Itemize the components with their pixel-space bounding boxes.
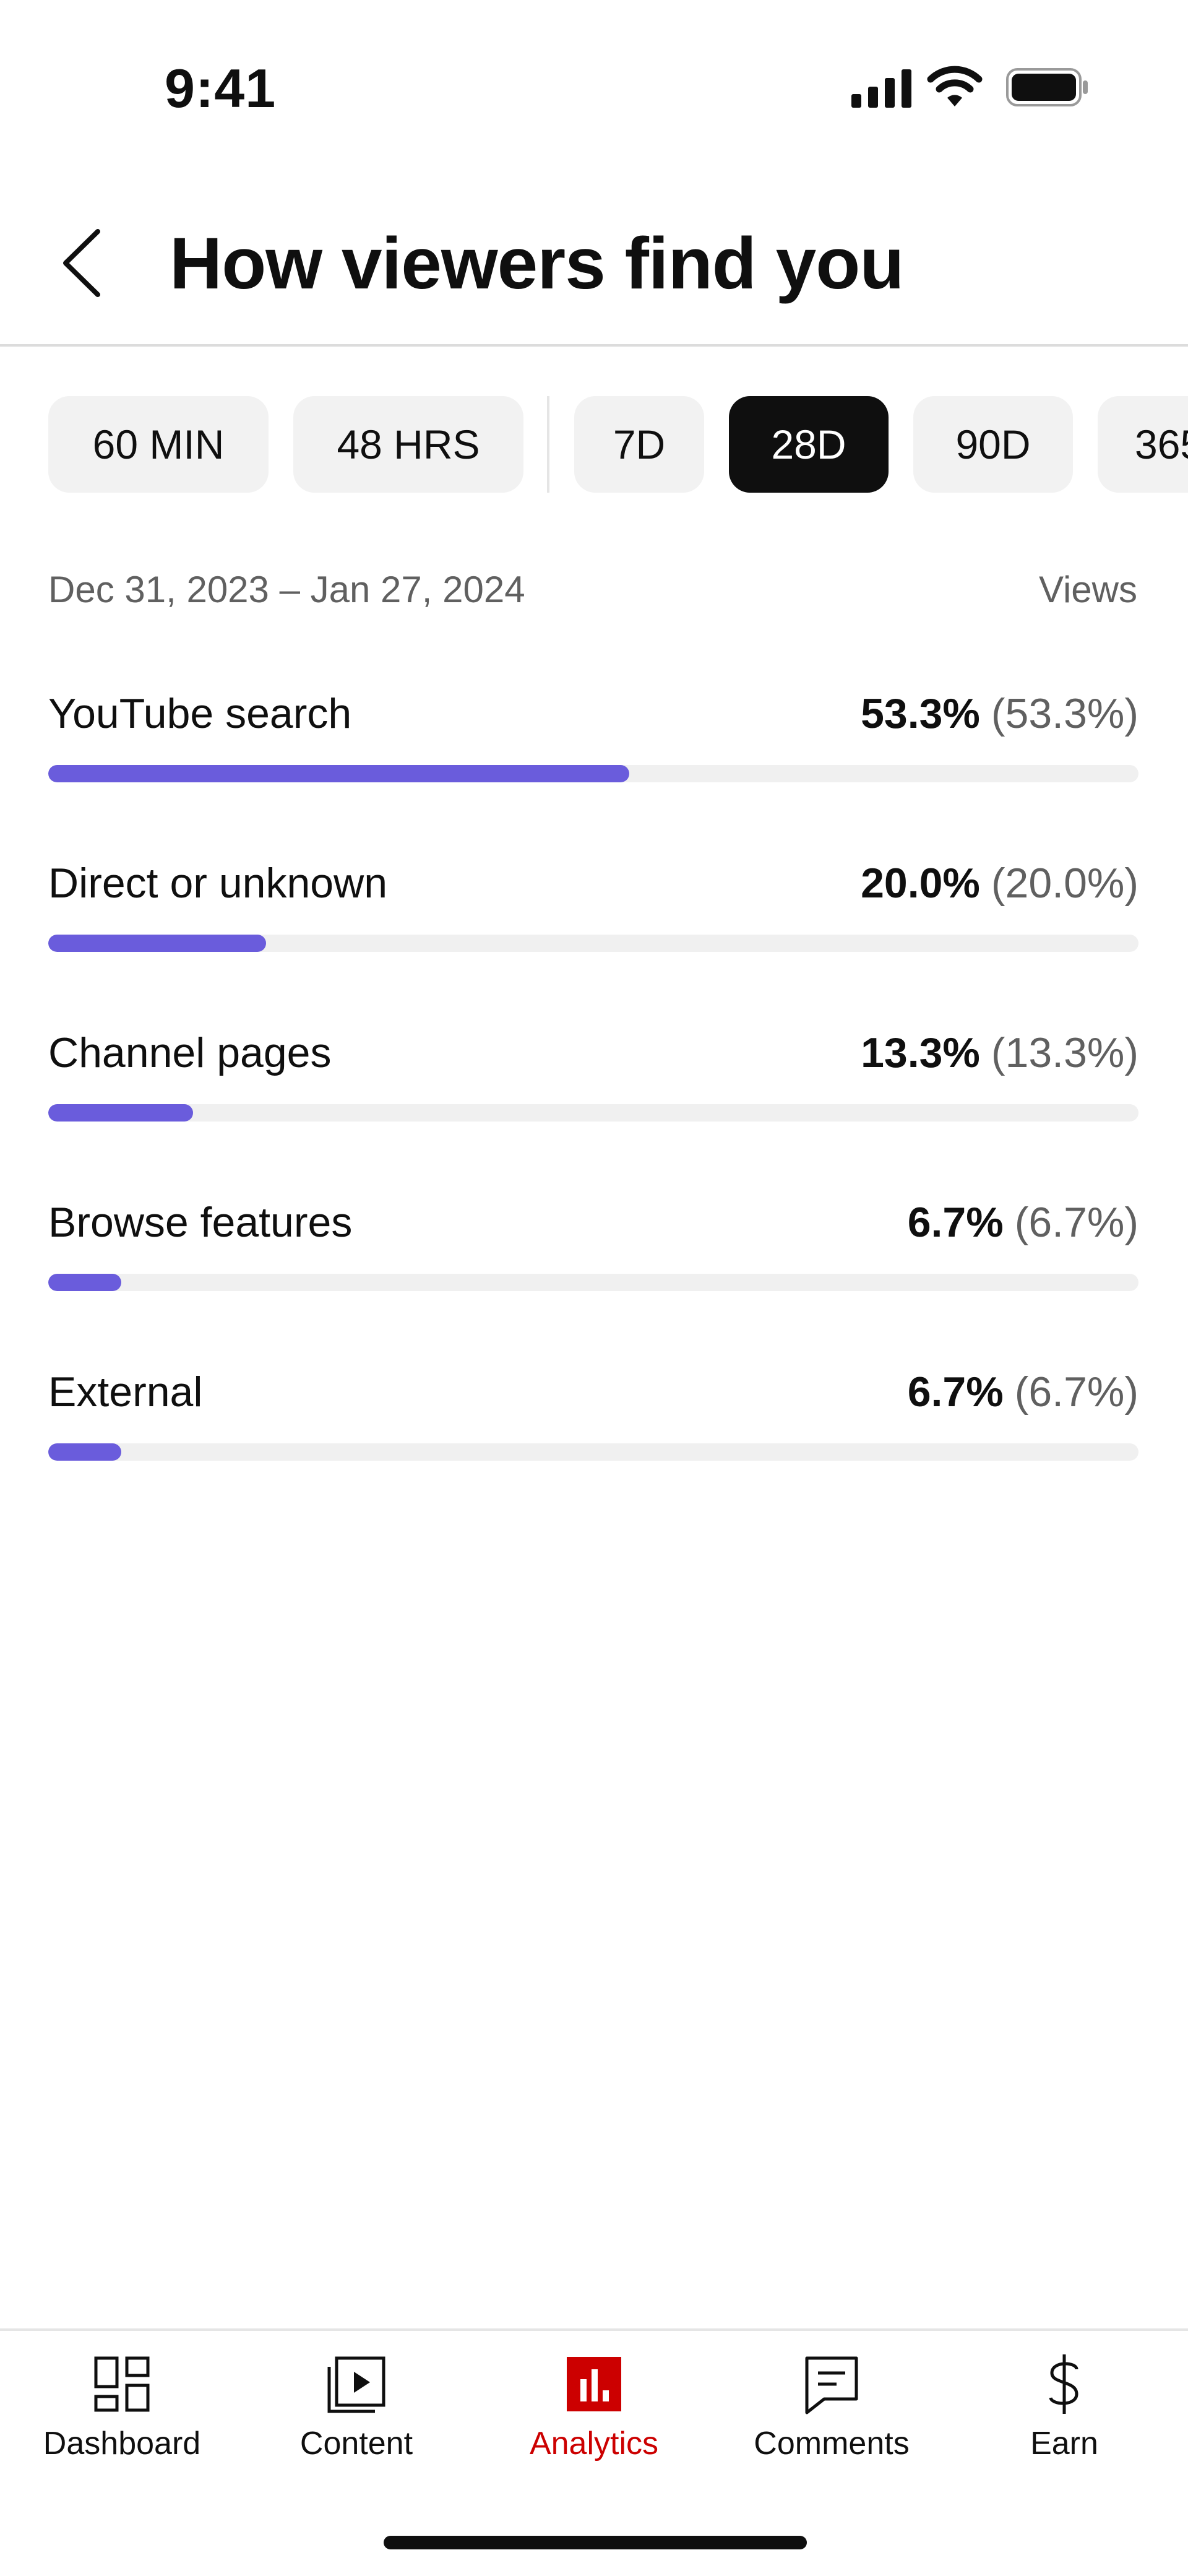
source-percent: 20.0%	[861, 860, 980, 907]
content-icon	[327, 2356, 385, 2413]
chip-7d[interactable]: 7D	[574, 396, 704, 493]
source-percent-secondary: (20.0%)	[991, 860, 1138, 907]
nav-item-earn[interactable]: Earn	[945, 2331, 1183, 2492]
source-name: Channel pages	[48, 1029, 332, 1076]
bar-fill	[48, 1104, 194, 1122]
time-range-chips: 60 MIN 48 HRS 7D 28D 90D 365D	[0, 396, 1188, 494]
nav-label: Content	[299, 2426, 413, 2461]
home-indicator	[384, 2536, 807, 2549]
nav-item-dashboard[interactable]: Dashboard	[3, 2331, 241, 2492]
status-time: 9:41	[165, 58, 277, 119]
date-range: Dec 31, 2023 – Jan 27, 2024	[48, 569, 525, 610]
signal-icon	[851, 69, 911, 108]
source-name: External	[48, 1368, 203, 1416]
status-bar: 9:41	[0, 0, 1188, 167]
bar-track	[48, 935, 1138, 952]
source-percent-secondary: (53.3%)	[991, 690, 1138, 737]
chip-28d[interactable]: 28D	[729, 396, 889, 493]
nav-label: Earn	[1030, 2426, 1098, 2461]
bar-fill	[48, 765, 630, 782]
source-name: YouTube search	[48, 690, 352, 737]
bar-fill	[48, 935, 267, 952]
chip-60-min[interactable]: 60 MIN	[48, 396, 269, 493]
nav-label: Dashboard	[43, 2426, 201, 2461]
source-value: 13.3% (13.3%)	[861, 1029, 1138, 1077]
chip-365d[interactable]: 365D	[1098, 396, 1188, 493]
chip-90d[interactable]: 90D	[913, 396, 1073, 493]
source-name: Direct or unknown	[48, 860, 388, 907]
bar-fill	[48, 1443, 122, 1461]
nav-label: Analytics	[529, 2426, 659, 2461]
source-name: Browse features	[48, 1199, 353, 1246]
nav-item-analytics[interactable]: Analytics	[475, 2331, 713, 2492]
source-row-youtube-search[interactable]: YouTube search 53.3% (53.3%)	[48, 681, 1138, 850]
source-percent: 13.3%	[861, 1029, 980, 1076]
source-value: 6.7% (6.7%)	[908, 1368, 1138, 1416]
bar-track	[48, 765, 1138, 782]
chip-48-hrs[interactable]: 48 HRS	[293, 396, 523, 493]
comments-icon	[805, 2356, 858, 2414]
source-value: 6.7% (6.7%)	[908, 1198, 1138, 1247]
earn-icon	[1049, 2354, 1078, 2414]
bar-fill	[48, 1274, 122, 1291]
source-row-channel-pages[interactable]: Channel pages 13.3% (13.3%)	[48, 1020, 1138, 1190]
source-percent-secondary: (6.7%)	[1014, 1199, 1138, 1246]
source-percent: 53.3%	[861, 690, 980, 737]
header: How viewers find you	[0, 167, 1188, 347]
source-percent-secondary: (13.3%)	[991, 1029, 1138, 1076]
nav-label: Comments	[754, 2426, 910, 2461]
bar-track	[48, 1104, 1138, 1122]
source-percent-secondary: (6.7%)	[1014, 1368, 1138, 1416]
battery-icon	[1006, 68, 1088, 106]
dashboard-icon	[94, 2356, 150, 2412]
metric-label: Views	[1039, 569, 1137, 610]
analytics-icon	[567, 2357, 621, 2411]
source-value: 20.0% (20.0%)	[861, 859, 1138, 907]
source-value: 53.3% (53.3%)	[861, 689, 1138, 738]
source-percent: 6.7%	[907, 1368, 1004, 1416]
bar-track	[48, 1443, 1138, 1461]
date-range-row: Dec 31, 2023 – Jan 27, 2024 Views	[48, 568, 1137, 618]
nav-item-content[interactable]: Content	[238, 2331, 475, 2492]
page-title: How viewers find you	[170, 223, 904, 305]
bar-track	[48, 1274, 1138, 1291]
chip-divider	[547, 396, 549, 493]
source-row-direct-or-unknown[interactable]: Direct or unknown 20.0% (20.0%)	[48, 850, 1138, 1020]
traffic-source-list: YouTube search 53.3% (53.3%) Direct or un…	[48, 681, 1138, 1529]
back-button[interactable]	[57, 227, 106, 300]
source-row-browse-features[interactable]: Browse features 6.7% (6.7%)	[48, 1190, 1138, 1359]
source-row-external[interactable]: External 6.7% (6.7%)	[48, 1359, 1138, 1529]
nav-item-comments[interactable]: Comments	[713, 2331, 950, 2492]
source-percent: 6.7%	[907, 1199, 1004, 1246]
wifi-icon	[927, 66, 983, 106]
